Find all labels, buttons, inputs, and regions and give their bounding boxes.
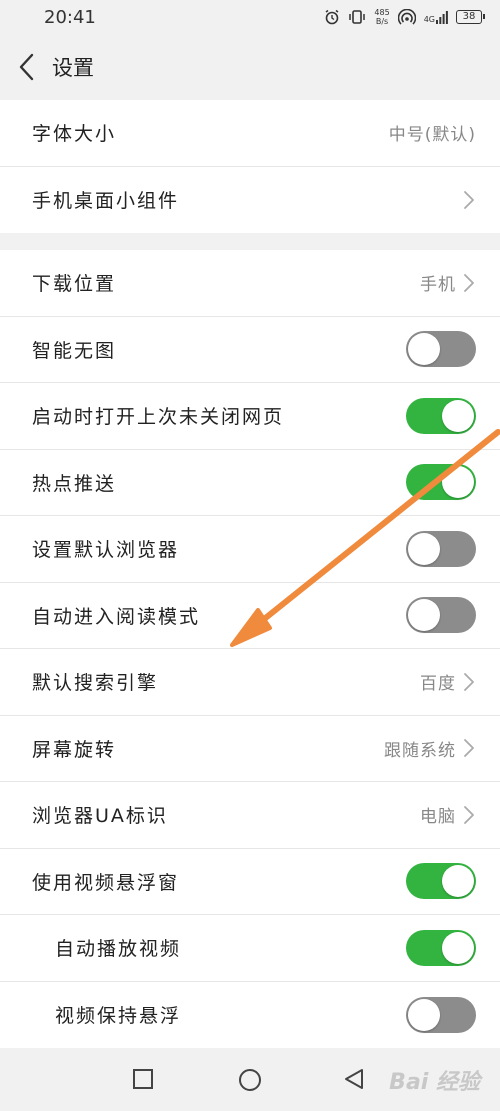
back-icon[interactable] xyxy=(343,1068,365,1090)
settings-row: 热点推送 xyxy=(0,450,500,516)
row-right xyxy=(406,397,476,434)
vibrate-icon xyxy=(349,10,366,24)
settings-row: 使用视频悬浮窗 xyxy=(0,849,500,915)
settings-row[interactable]: 默认搜索引擎 百度 xyxy=(0,649,500,716)
toggle-switch[interactable] xyxy=(406,929,476,966)
row-right: 中号(默认) xyxy=(389,120,476,145)
recent-apps-icon[interactable] xyxy=(132,1068,154,1090)
toggle-knob xyxy=(442,865,474,898)
row-value: 跟随系统 xyxy=(384,740,456,761)
status-time: 20:41 xyxy=(44,6,96,28)
row-right xyxy=(406,331,476,368)
settings-row: 自动播放视频 xyxy=(0,915,500,982)
row-label: 启动时打开上次未关闭网页 xyxy=(32,406,285,429)
row-value: 中号(默认) xyxy=(388,125,476,146)
chevron-right-icon xyxy=(464,672,474,691)
settings-row[interactable]: 下载位置 手机 xyxy=(0,250,500,317)
battery-icon: 38 xyxy=(456,10,485,24)
title-bar: 设置 xyxy=(0,34,500,100)
settings-row: 智能无图 xyxy=(0,317,500,383)
settings-row[interactable]: 浏览器UA标识 电脑 xyxy=(0,782,500,849)
row-label: 智能无图 xyxy=(32,339,117,362)
row-label: 自动播放视频 xyxy=(55,938,182,961)
row-right xyxy=(406,530,476,567)
row-value: 手机 xyxy=(420,275,456,296)
chevron-right-icon xyxy=(464,190,474,209)
settings-row: 启动时打开上次未关闭网页 xyxy=(0,383,500,450)
settings-row[interactable]: 屏幕旋转 跟随系统 xyxy=(0,716,500,782)
row-right xyxy=(406,996,476,1033)
settings-row[interactable]: 字体大小 中号(默认) xyxy=(0,100,500,167)
row-label: 字体大小 xyxy=(32,123,117,146)
row-label: 手机桌面小组件 xyxy=(32,190,180,213)
toggle-knob xyxy=(408,599,440,632)
net-speed-value: 485 xyxy=(374,8,390,17)
watermark: Bai 经验 xyxy=(389,1070,480,1095)
toggle-switch[interactable] xyxy=(406,597,476,634)
network-type: 4G xyxy=(423,14,435,24)
home-icon[interactable] xyxy=(238,1068,262,1092)
chevron-right-icon xyxy=(464,805,474,824)
toggle-knob xyxy=(442,931,474,964)
settings-row: 视频保持悬浮 xyxy=(0,982,500,1049)
signal-icon: 4G xyxy=(423,10,448,24)
row-right: 电脑 xyxy=(420,802,476,827)
page-title: 设置 xyxy=(52,56,94,80)
toggle-switch[interactable] xyxy=(406,331,476,368)
settings-row: 设置默认浏览器 xyxy=(0,516,500,583)
row-right xyxy=(406,464,476,501)
chevron-left-icon xyxy=(19,53,34,81)
toggle-switch[interactable] xyxy=(406,464,476,501)
row-label: 使用视频悬浮窗 xyxy=(32,871,180,894)
net-speed-unit: B/s xyxy=(375,17,389,26)
settings-row[interactable]: 手机桌面小组件 xyxy=(0,167,500,234)
row-right xyxy=(406,597,476,634)
row-label: 视频保持悬浮 xyxy=(55,1005,182,1028)
row-right xyxy=(406,929,476,966)
row-right: 跟随系统 xyxy=(384,736,476,761)
row-right: 百度 xyxy=(420,669,476,694)
row-right xyxy=(406,863,476,900)
row-label: 热点推送 xyxy=(32,472,117,495)
row-label: 默认搜索引擎 xyxy=(32,672,159,695)
row-label: 屏幕旋转 xyxy=(32,738,117,761)
toggle-switch[interactable] xyxy=(406,397,476,434)
status-bar: 20:41 485 B/s 4G 38 xyxy=(0,0,500,34)
toggle-knob xyxy=(442,399,474,432)
toggle-knob xyxy=(442,466,474,499)
toggle-switch[interactable] xyxy=(406,863,476,900)
hotspot-icon xyxy=(397,9,416,25)
chevron-right-icon xyxy=(464,739,474,758)
row-value: 百度 xyxy=(420,674,456,695)
settings-section-general: 下载位置 手机智能无图 启动时打开上次未关闭网页 热点推送 设置默认浏览器 自动… xyxy=(0,250,500,1048)
status-icons: 485 B/s 4G 38 xyxy=(324,8,485,26)
toggle-knob xyxy=(408,998,440,1031)
toggle-switch[interactable] xyxy=(406,996,476,1033)
row-value: 电脑 xyxy=(420,807,456,828)
toggle-knob xyxy=(408,333,440,366)
net-speed: 485 B/s xyxy=(374,8,389,26)
row-label: 自动进入阅读模式 xyxy=(32,605,201,628)
chevron-right-icon xyxy=(464,273,474,292)
row-label: 下载位置 xyxy=(32,273,117,296)
back-button[interactable] xyxy=(0,34,52,100)
row-right: 手机 xyxy=(420,270,476,295)
toggle-switch[interactable] xyxy=(406,530,476,567)
row-label: 浏览器UA标识 xyxy=(32,805,168,828)
toggle-knob xyxy=(408,532,440,565)
settings-row: 自动进入阅读模式 xyxy=(0,583,500,649)
row-right xyxy=(462,190,476,210)
row-label: 设置默认浏览器 xyxy=(32,539,180,562)
settings-section-display: 字体大小 中号(默认) 手机桌面小组件 xyxy=(0,100,500,233)
alarm-icon xyxy=(325,9,339,25)
